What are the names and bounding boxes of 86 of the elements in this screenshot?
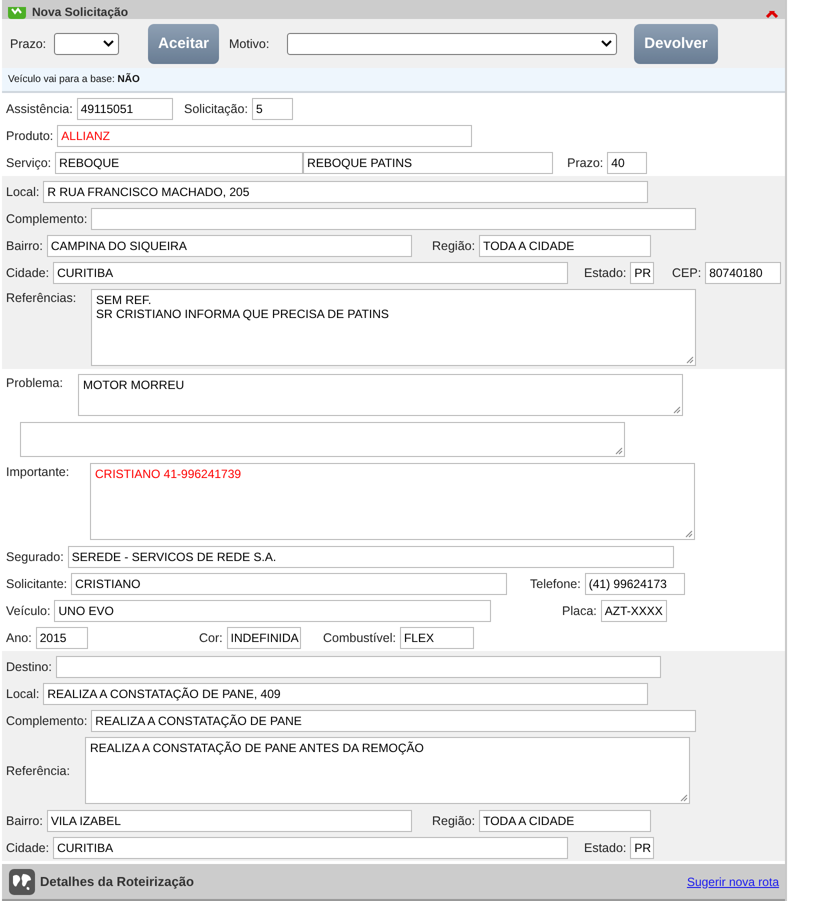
field-label: CEP: [672,266,702,280]
text-field[interactable]: REALIZA A CONSTATAÇÃO DE PANE, 409 [43,682,648,705]
field-label: Importante: [6,464,70,480]
field-label: Complemento: [6,212,88,226]
text-area[interactable]: SEM REF. SR CRISTIANO INFORMA QUE PRECISA DE PATINS [91,289,696,366]
field-label: Região: [432,238,476,253]
field-label: Destino: [6,660,52,674]
text-field[interactable]: REALIZA A CONSTATAÇÃO DE PANE [91,710,696,732]
field-label: Combustível: [323,630,396,645]
resize-handle-icon [680,794,688,802]
dropdown-caret-icon [103,40,114,48]
field-label: Referências: [6,290,78,306]
text-field[interactable]: UNO EVO [54,600,492,622]
field-label: Assistência: [6,102,73,116]
resize-handle-icon [615,447,623,456]
field-label: Produto: [6,128,54,143]
text-line: SR CRISTIANO INFORMA QUE PRECISA DE PATINS [96,307,390,322]
field-label: Solicitante: [6,576,68,591]
globe-icon [8,868,36,896]
text-field[interactable]: 80740180 [705,262,782,284]
text-line: SEM REF. [96,293,152,308]
field-label: Prazo: [567,156,604,170]
section-title: Detalhes da Roteirização [40,874,194,890]
text-field[interactable]: CURITIBA [53,262,568,284]
text-line: CRISTIANO 41-996241739 [95,467,242,482]
text-field[interactable]: (41) 99624173 [584,572,685,595]
field-label: Cidade: [6,266,50,280]
notice-text: Veículo vai para a base: NÃO [8,74,140,85]
close-icon[interactable] [765,11,779,20]
field-label: Ano: [6,630,32,645]
field-label: Veículo: [6,604,50,618]
text-field[interactable]: CURITIBA [53,836,568,859]
suggest-route-link[interactable]: Sugerir nova rota [686,874,779,889]
text-field[interactable]: REBOQUE [55,152,304,174]
field-label: Estado: [584,840,626,855]
text-field[interactable]: TODA A CIDADE [479,234,652,257]
field-label: Placa: [562,604,597,618]
prazo-label: Prazo: [10,36,46,51]
text-field[interactable]: ALLIANZ [57,124,472,147]
app-icon [8,7,26,20]
text-field[interactable]: VILA IZABEL [46,810,412,832]
text-field[interactable]: PR [630,836,654,859]
field-label: Solicitação: [184,102,248,116]
text-field[interactable]: FLEX [400,626,474,649]
text-field[interactable]: 49115051 [76,98,173,120]
field-label: Cidade: [6,840,50,855]
text-field[interactable]: 5 [252,98,293,120]
resize-handle-icon [686,356,694,364]
field-label: Referência: [6,764,71,778]
field-label: Região: [432,814,476,828]
window-title: Nova Solicitação [32,5,128,20]
field-label: Bairro: [6,238,43,253]
text-field[interactable] [56,656,661,678]
motivo-label: Motivo: [229,36,270,51]
text-field[interactable]: AZT-XXXX [600,600,667,622]
text-field[interactable]: PR [630,262,654,284]
text-line: MOTOR MORREU [83,378,186,392]
field-label: Segurado: [6,550,64,564]
text-line: REALIZA A CONSTATAÇÃO DE PANE ANTES DA REMOÇÃO [90,741,425,756]
dropdown-caret-icon [601,40,612,48]
field-label: Problema: [6,375,64,390]
text-field[interactable]: CAMPINA DO SIQUEIRA [46,234,412,257]
text-field[interactable]: CRISTIANO [71,572,508,595]
text-field[interactable]: TODA A CIDADE [479,810,652,832]
field-label: Complemento: [6,714,88,728]
resize-handle-icon [685,530,693,538]
prazo-select[interactable] [54,32,120,55]
text-field[interactable]: 2015 [36,626,88,649]
field-label: Serviço: [6,156,52,170]
text-field[interactable] [91,208,696,230]
text-field[interactable]: INDEFINIDA [226,626,301,649]
field-label: Telefone: [530,576,581,591]
text-area[interactable]: REALIZA A CONSTATAÇÃO DE PANE ANTES DA REMOÇÃO [85,737,690,804]
text-field[interactable]: 40 [607,152,648,174]
resize-handle-icon [673,406,681,414]
motivo-select[interactable] [287,32,618,55]
text-area[interactable]: MOTOR MORREU [78,374,683,416]
field-label: Bairro: [6,814,43,828]
text-area[interactable]: CRISTIANO 41-996241739 [90,463,695,540]
field-label: Local: [6,686,40,701]
text-field[interactable]: REBOQUE PATINS [303,152,554,174]
field-label: Local: [6,184,40,199]
field-label: Cor: [199,630,223,645]
field-label: Estado: [584,266,626,280]
text-field[interactable]: R RUA FRANCISCO MACHADO, 205 [43,180,648,203]
text-field[interactable]: SEREDE - SERVICOS DE REDE S.A. [68,546,674,568]
